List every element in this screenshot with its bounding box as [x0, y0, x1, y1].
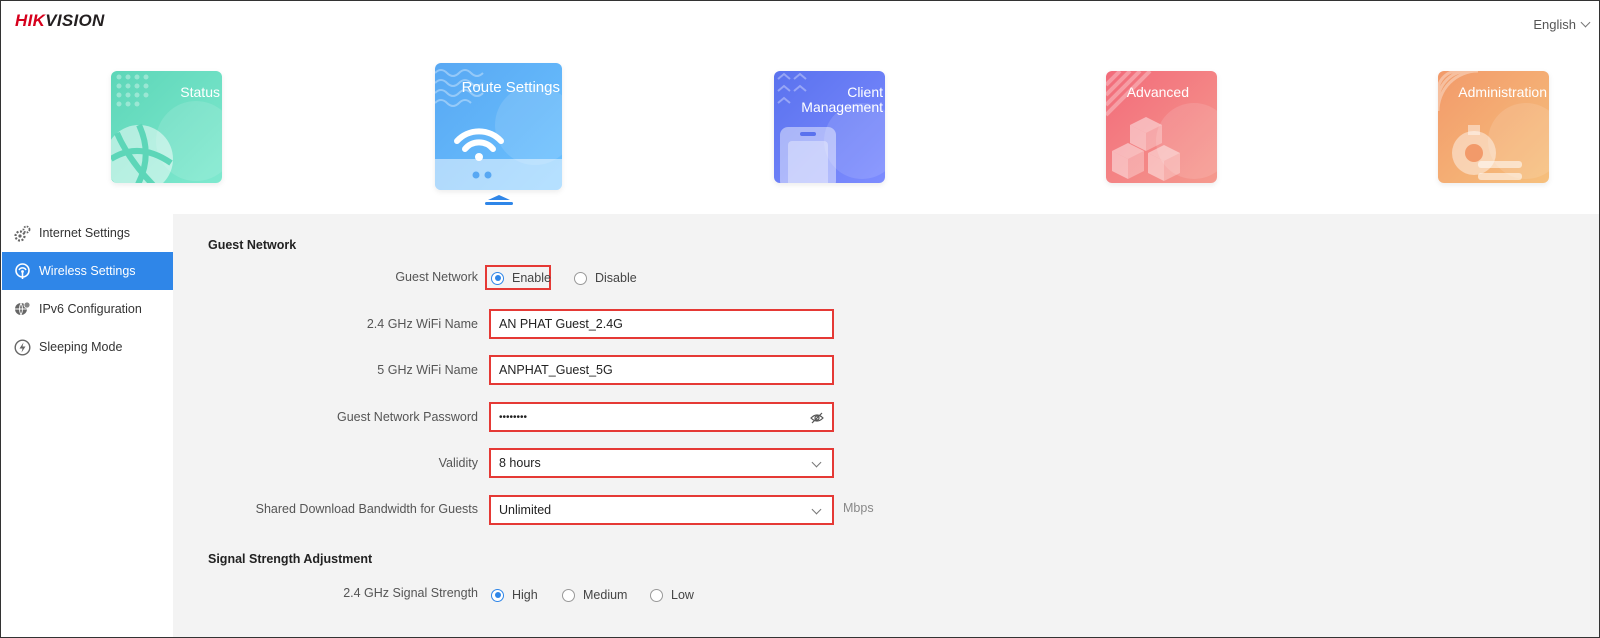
signal-medium-radio[interactable]: Medium — [562, 588, 627, 602]
wifi5-name-label: 5 GHz WiFi Name — [377, 363, 478, 377]
chevron-down-icon — [811, 457, 822, 468]
signal-low-radio[interactable]: Low — [650, 588, 694, 602]
wifi24-name-input[interactable]: AN PHAT Guest_2.4G — [489, 309, 834, 339]
main-content: Guest Network Guest Network Enable Disab… — [173, 214, 1599, 637]
language-selector[interactable]: English — [1533, 17, 1591, 32]
bandwidth-label: Shared Download Bandwidth for Guests — [255, 502, 478, 516]
guest-password-input[interactable]: •••••••• — [489, 402, 834, 432]
nav-tile-status[interactable]: Status — [111, 71, 222, 183]
radio-indicator — [491, 588, 504, 602]
guest-network-section-title: Guest Network — [208, 238, 297, 252]
wifi5-name-input[interactable]: ANPHAT_Guest_5G — [489, 355, 834, 385]
radio-indicator — [574, 271, 587, 285]
eye-off-icon[interactable] — [810, 411, 824, 425]
sidebar: Internet Settings Wireless Settings IPv6… — [2, 214, 173, 637]
nav-label-client-management: Client Management — [801, 84, 883, 115]
active-tab-pointer-icon — [485, 195, 513, 205]
radio-indicator — [650, 588, 663, 602]
chevron-down-icon — [1580, 17, 1591, 28]
nav-label-administration: Administration — [1458, 84, 1547, 100]
hikvision-logo: HIKVISION — [15, 11, 105, 30]
nav-tile-administration[interactable]: Administration — [1438, 71, 1549, 183]
guest-network-label: Guest Network — [395, 270, 478, 284]
gears-icon — [14, 225, 31, 242]
sidebar-item-internet-settings[interactable]: Internet Settings — [2, 214, 173, 252]
bandwidth-select[interactable]: Unlimited — [489, 495, 834, 525]
guest-disable-radio[interactable]: Disable — [574, 271, 637, 285]
sidebar-item-sleeping-mode[interactable]: Sleeping Mode — [2, 328, 173, 366]
router-admin-window: HIKVISION English Status Route Settings … — [0, 0, 1600, 638]
radio-indicator — [491, 271, 504, 285]
nav-tile-client-management[interactable]: Client Management — [774, 71, 885, 183]
signal-strength-label: 2.4 GHz Signal Strength — [343, 586, 478, 600]
sidebar-item-label: Sleeping Mode — [39, 340, 123, 354]
guest-password-label: Guest Network Password — [336, 410, 478, 424]
power-bolt-icon — [14, 338, 31, 356]
nav-label-advanced: Advanced — [1126, 84, 1189, 100]
validity-select[interactable]: 8 hours — [489, 448, 834, 478]
sidebar-item-label: IPv6 Configuration — [39, 302, 142, 316]
wifi24-name-label: 2.4 GHz WiFi Name — [366, 317, 478, 331]
nav-tile-advanced[interactable]: Advanced — [1106, 71, 1217, 183]
nav-label-route-settings: Route Settings — [461, 79, 560, 96]
nav-tile-route-settings[interactable]: Route Settings — [435, 63, 562, 190]
guest-enable-radio[interactable]: Enable — [491, 271, 551, 285]
globe-gear-icon — [15, 301, 31, 315]
sidebar-item-label: Internet Settings — [39, 226, 131, 240]
sidebar-item-label: Wireless Settings — [39, 264, 136, 278]
sidebar-item-ipv6-configuration[interactable]: IPv6 Configuration — [2, 290, 173, 328]
sidebar-item-wireless-settings[interactable]: Wireless Settings — [2, 252, 173, 290]
signal-high-radio[interactable]: High — [491, 588, 538, 602]
language-label: English — [1533, 17, 1576, 32]
nav-label-status: Status — [180, 84, 220, 100]
signal-section-title: Signal Strength Adjustment — [208, 552, 373, 566]
radio-indicator — [562, 588, 575, 602]
validity-label: Validity — [438, 456, 478, 470]
bandwidth-unit: Mbps — [843, 501, 874, 515]
chevron-down-icon — [811, 504, 822, 515]
wifi-icon — [15, 262, 30, 279]
